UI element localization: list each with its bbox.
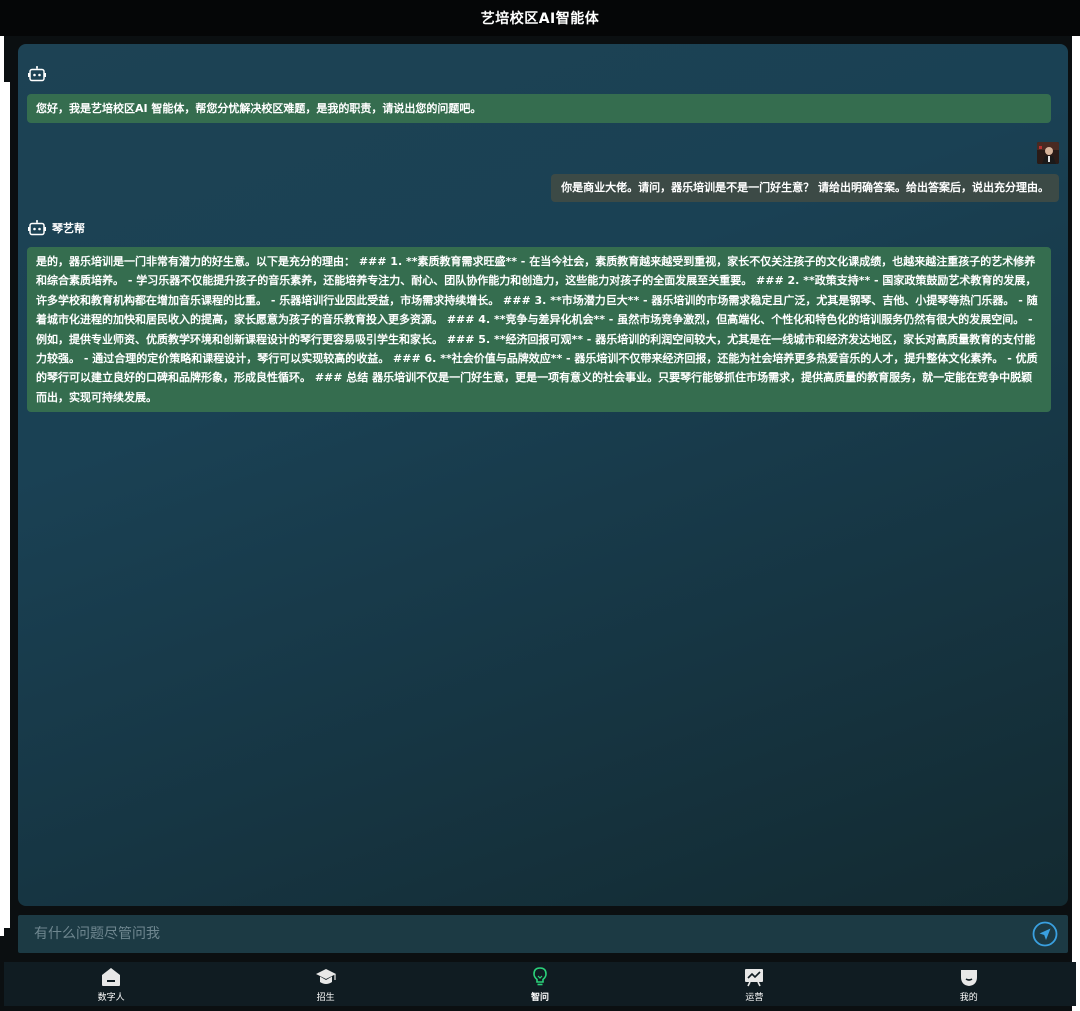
bot-header bbox=[28, 66, 52, 82]
avatar-image-icon bbox=[1037, 142, 1059, 164]
nav-item-enrollment[interactable]: 招生 bbox=[266, 966, 386, 1003]
home-icon bbox=[100, 966, 122, 988]
right-edge bbox=[1072, 36, 1080, 1011]
user-message: 你是商业大佬。请问，器乐培训是不是一门好生意？ 请给出明确答案。给出答案后，说出… bbox=[551, 174, 1059, 202]
bot-name: 琴艺帮 bbox=[52, 222, 85, 235]
robot-icon bbox=[28, 220, 46, 236]
bot-message-text: 是的，器乐培训是一门非常有潜力的好生意。以下是充分的理由： ### 1. **素… bbox=[36, 255, 1038, 404]
message-input[interactable] bbox=[34, 926, 934, 942]
left-edge-inner bbox=[0, 82, 10, 928]
app-root: 艺培校区AI智能体 您好，我是艺培校区AI 智能体，帮您分忧解决校区难题，是我的… bbox=[0, 0, 1080, 1011]
top-bar: 艺培校区AI智能体 bbox=[0, 0, 1080, 36]
nav-label: 招生 bbox=[316, 992, 335, 1003]
nav-label: 我的 bbox=[959, 992, 978, 1003]
nav-label: 运营 bbox=[745, 992, 764, 1003]
chat-panel[interactable]: 您好，我是艺培校区AI 智能体，帮您分忧解决校区难题，是我的职责，请说出您的问题… bbox=[18, 44, 1068, 906]
send-icon bbox=[1032, 921, 1058, 947]
graduation-cap-icon bbox=[315, 966, 337, 988]
nav-item-digital-human[interactable]: 数字人 bbox=[51, 966, 171, 1003]
send-button[interactable] bbox=[1032, 921, 1058, 947]
robot-icon bbox=[28, 66, 46, 82]
nav-item-smart-ask[interactable]: 智问 bbox=[480, 966, 600, 1003]
profile-icon bbox=[958, 966, 980, 988]
page-title: 艺培校区AI智能体 bbox=[480, 11, 600, 27]
chart-board-icon bbox=[743, 966, 765, 988]
user-message-text: 你是商业大佬。请问，器乐培训是不是一门好生意？ 请给出明确答案。给出答案后，说出… bbox=[561, 181, 1049, 194]
bot-message: 是的，器乐培训是一门非常有潜力的好生意。以下是充分的理由： ### 1. **素… bbox=[27, 247, 1051, 413]
user-avatar[interactable] bbox=[1037, 142, 1059, 164]
bot-message-text: 您好，我是艺培校区AI 智能体，帮您分忧解决校区难题，是我的职责，请说出您的问题… bbox=[36, 102, 482, 115]
nav-item-operations[interactable]: 运营 bbox=[694, 966, 814, 1003]
message-input-bar bbox=[18, 915, 1068, 953]
nav-label: 数字人 bbox=[97, 992, 125, 1003]
bottom-nav: 数字人 招生 智问 运营 我的 bbox=[4, 962, 1076, 1006]
bot-message: 您好，我是艺培校区AI 智能体，帮您分忧解决校区难题，是我的职责，请说出您的问题… bbox=[27, 94, 1051, 124]
bot-header: 琴艺帮 bbox=[28, 220, 85, 236]
nav-item-mine[interactable]: 我的 bbox=[909, 966, 1029, 1003]
lightbulb-icon bbox=[529, 966, 551, 988]
nav-label: 智问 bbox=[530, 992, 549, 1003]
